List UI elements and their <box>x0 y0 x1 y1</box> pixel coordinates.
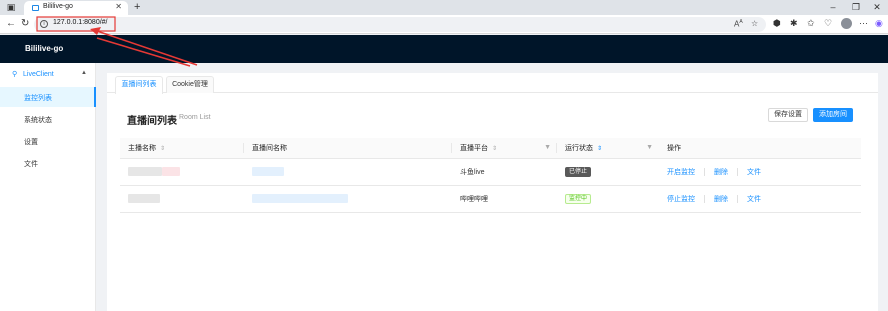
content-tabs: 直播间列表 Cookie管理 <box>107 73 878 94</box>
browser-tab[interactable]: Bililive-go ✕ <box>24 1 128 15</box>
files-link[interactable]: 文件 <box>747 196 761 203</box>
menu-group-label: LiveClient <box>23 71 54 78</box>
table-row: 斗鱼live 已停止 开启监控 删除 文件 <box>120 158 861 186</box>
tab-close-icon[interactable]: ✕ <box>115 2 122 11</box>
sidebar-item-settings[interactable]: 设置 <box>0 131 96 151</box>
copilot-icon[interactable]: ◉ <box>875 18 883 29</box>
profile-avatar[interactable] <box>841 18 852 29</box>
tab-favicon-icon <box>32 5 39 11</box>
app-title: Bililive-go <box>25 44 64 53</box>
column-label: 直播平台 <box>460 144 488 152</box>
browser-tab-bar: ▣ Bililive-go ✕ + – ❐ ✕ <box>0 0 888 15</box>
main-content: 直播间列表 Cookie管理 直播间列表 Room List 保存设置 添加房间… <box>107 73 878 311</box>
sidebar-item-files[interactable]: 文件 <box>0 153 96 173</box>
sidebar-item-system-status[interactable]: 系统状态 <box>0 109 96 129</box>
save-settings-button[interactable]: 保存设置 <box>768 108 808 122</box>
add-room-button[interactable]: 添加房间 <box>813 108 853 122</box>
address-bar[interactable]: i 127.0.0.1:8080/#/ AA ☆ <box>34 17 766 32</box>
site-info-icon[interactable]: i <box>40 20 48 28</box>
table-header-row: 主播名称 ⇕ 直播间名称 直播平台 ⇕ ▼ 运行状态 ⇕ ▼ 操作 <box>120 138 861 159</box>
column-header-status[interactable]: 运行状态 ⇕ ▼ <box>557 138 659 159</box>
reload-icon[interactable]: ↻ <box>21 18 29 30</box>
filter-icon[interactable]: ▼ <box>544 144 551 151</box>
page-subtitle: Room List <box>179 114 211 121</box>
cell-room-name <box>244 158 452 186</box>
key-icon: ⚲ <box>12 71 18 78</box>
delete-link[interactable]: 删除 <box>714 196 728 203</box>
sidebar-item-label: 设置 <box>24 139 38 146</box>
favorite-star-icon[interactable]: ☆ <box>751 19 758 28</box>
cell-streamer <box>120 158 244 186</box>
delete-link[interactable]: 删除 <box>714 169 728 176</box>
tab-cookie-management[interactable]: Cookie管理 <box>166 76 214 93</box>
sidebar: ⚲ LiveClient ▲ 监控列表 系统状态 设置 文件 <box>0 63 96 311</box>
back-icon[interactable]: ← <box>6 18 16 30</box>
minimize-button[interactable]: – <box>822 0 844 15</box>
cell-status: 已停止 <box>557 158 659 186</box>
start-monitor-link[interactable]: 开启监控 <box>667 169 695 176</box>
column-header-room-name: 直播间名称 <box>244 138 452 159</box>
tab-room-list[interactable]: 直播间列表 <box>115 76 163 94</box>
cell-streamer <box>120 185 244 213</box>
close-window-button[interactable]: ✕ <box>866 0 888 15</box>
column-label: 操作 <box>667 144 681 152</box>
more-options-icon[interactable]: ··· <box>859 18 868 28</box>
column-label: 直播间名称 <box>252 144 287 152</box>
cell-actions: 停止监控 删除 文件 <box>659 185 861 213</box>
cell-platform: 斗鱼live <box>452 158 557 186</box>
sidebar-item-label: 系统状态 <box>24 117 52 124</box>
browser-toolbar: ← ↻ i 127.0.0.1:8080/#/ AA ☆ ⬢ ✱ ✩ ♡ ···… <box>0 15 888 34</box>
new-tab-button[interactable]: + <box>134 0 140 14</box>
redacted-block <box>128 167 162 176</box>
url-text[interactable]: 127.0.0.1:8080/#/ <box>53 19 108 26</box>
sort-icon[interactable]: ⇕ <box>597 146 602 152</box>
sidebar-item-monitor-list[interactable]: 监控列表 <box>0 87 96 107</box>
read-aloud-icon[interactable]: AA <box>734 19 743 29</box>
redacted-block <box>252 167 284 176</box>
column-header-streamer[interactable]: 主播名称 ⇕ <box>120 138 244 159</box>
cell-room-name <box>244 185 452 213</box>
favorites-icon[interactable]: ✩ <box>807 18 815 29</box>
column-header-actions: 操作 <box>659 138 861 159</box>
status-badge: 监控中 <box>565 193 592 204</box>
app-header: Bililive-go <box>0 35 888 63</box>
column-header-platform[interactable]: 直播平台 ⇕ ▼ <box>452 138 557 159</box>
menu-group-liveclient[interactable]: ⚲ LiveClient ▲ <box>0 67 96 83</box>
extensions-puzzle-icon[interactable]: ✱ <box>790 18 798 29</box>
page-title: 直播间列表 <box>127 116 177 127</box>
sidebar-item-label: 文件 <box>24 161 38 168</box>
table-row: 哔哩哔哩 监控中 停止监控 删除 文件 <box>120 185 861 213</box>
cell-platform: 哔哩哔哩 <box>452 185 557 213</box>
column-label: 主播名称 <box>128 144 156 152</box>
column-label: 运行状态 <box>565 144 593 152</box>
tab-actions-icon[interactable]: ▣ <box>0 0 22 15</box>
redacted-block <box>128 194 160 203</box>
stop-monitor-link[interactable]: 停止监控 <box>667 196 695 203</box>
sort-icon[interactable]: ⇕ <box>492 146 497 152</box>
collections-icon[interactable]: ♡ <box>824 18 832 29</box>
chevron-up-icon: ▲ <box>81 70 87 76</box>
extension-icon[interactable]: ⬢ <box>773 18 781 29</box>
maximize-button[interactable]: ❐ <box>845 0 867 15</box>
sidebar-item-label: 监控列表 <box>24 95 52 102</box>
sort-icon[interactable]: ⇕ <box>160 146 165 152</box>
cell-actions: 开启监控 删除 文件 <box>659 158 861 186</box>
cell-status: 监控中 <box>557 185 659 213</box>
room-table: 主播名称 ⇕ 直播间名称 直播平台 ⇕ ▼ 运行状态 ⇕ ▼ 操作 斗鱼live 已停止 … <box>120 138 861 213</box>
files-link[interactable]: 文件 <box>747 169 761 176</box>
redacted-block <box>252 194 348 203</box>
tab-title: Bililive-go <box>43 3 73 10</box>
status-badge: 已停止 <box>565 166 592 177</box>
redacted-block <box>162 167 180 176</box>
filter-icon[interactable]: ▼ <box>646 144 653 151</box>
